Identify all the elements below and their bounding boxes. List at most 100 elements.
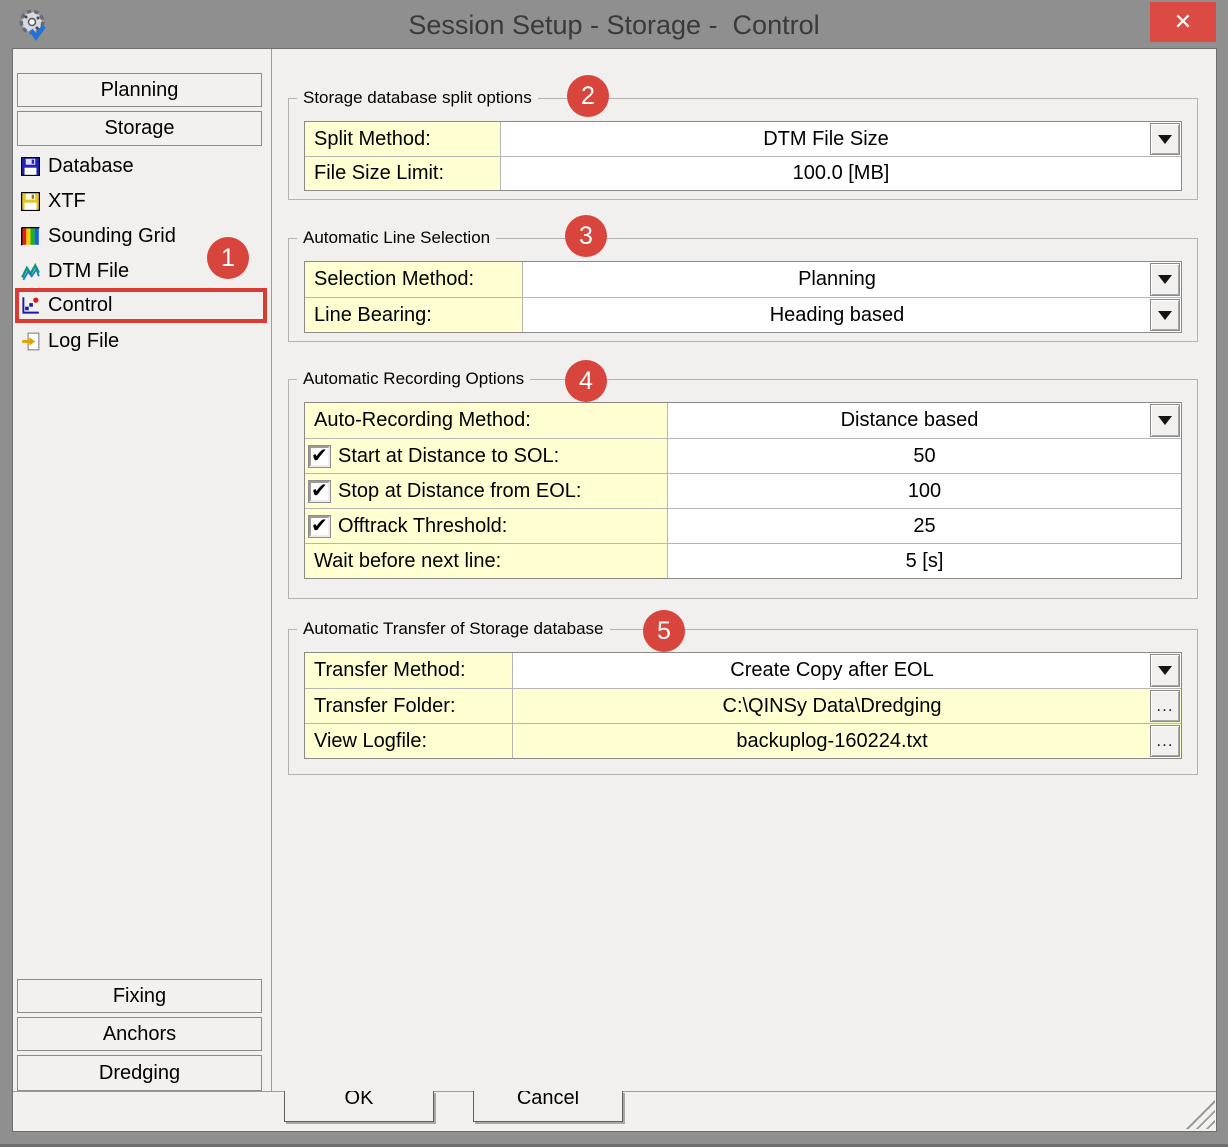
selection-method-value[interactable]: Planning (523, 262, 1181, 297)
field-label-text: Stop at Distance from EOL: (338, 480, 581, 503)
sidebar-item-control[interactable]: Control (19, 292, 263, 318)
dropdown-button[interactable] (1150, 404, 1180, 437)
check-icon: ✔ (311, 478, 328, 502)
value-text: Heading based (770, 304, 905, 327)
dropdown-button[interactable] (1150, 263, 1180, 296)
settings-table: Auto-Recording Method: Distance based ✔ … (304, 402, 1182, 579)
sidebar-divider (271, 49, 272, 1091)
sidebar-button-label: Storage (104, 117, 174, 140)
sidebar-item-label: Control (48, 294, 112, 317)
value-text: 5 [s] (906, 550, 944, 573)
badge-number: 2 (581, 82, 595, 111)
dropdown-button[interactable] (1150, 299, 1180, 331)
wait-before-next-line-value[interactable]: 5 [s] (668, 544, 1181, 578)
table-row: ✔ Offtrack Threshold: 25 (305, 508, 1181, 543)
ok-button[interactable]: OK (284, 1091, 434, 1122)
field-label-text: Start at Distance to SOL: (338, 445, 559, 468)
field-label: Split Method: (305, 122, 501, 156)
group-title: Automatic Transfer of Storage database (297, 619, 610, 639)
ellipsis-icon: ... (1156, 696, 1173, 716)
table-row: File Size Limit: 100.0 [MB] (305, 156, 1181, 190)
sidebar-button-fixing[interactable]: Fixing (17, 979, 262, 1013)
table-row: Transfer Folder: C:\QINSy Data\Dredging … (305, 688, 1181, 723)
start-at-sol-value[interactable]: 50 (668, 439, 1181, 473)
ok-button-label: OK (285, 1091, 433, 1115)
close-button[interactable]: ✕ (1150, 2, 1216, 42)
field-label: Line Bearing: (305, 298, 523, 332)
window-title: Session Setup - Storage - Control (0, 10, 1228, 41)
value-text: Create Copy after EOL (730, 659, 933, 682)
stop-at-eol-value[interactable]: 100 (668, 474, 1181, 508)
group-automatic-line-selection: Automatic Line Selection Selection Metho… (288, 238, 1198, 342)
table-row: Transfer Method: Create Copy after EOL (305, 653, 1181, 688)
value-text: 100 (908, 480, 941, 503)
table-row: Selection Method: Planning (305, 262, 1181, 297)
field-label: View Logfile: (305, 724, 513, 758)
browse-folder-button[interactable]: ... (1150, 690, 1180, 722)
field-label-with-checkbox: ✔ Stop at Distance from EOL: (305, 474, 668, 508)
transfer-method-value[interactable]: Create Copy after EOL (513, 653, 1181, 688)
table-row: Wait before next line: 5 [s] (305, 543, 1181, 578)
annotation-badge-3: 3 (565, 215, 607, 257)
check-icon: ✔ (311, 443, 328, 467)
floppy-yellow-icon (21, 192, 40, 211)
cancel-button[interactable]: Cancel (473, 1091, 623, 1122)
value-text: Planning (798, 268, 876, 291)
stop-at-eol-checkbox[interactable]: ✔ (309, 481, 330, 502)
sidebar-button-planning[interactable]: Planning (17, 73, 262, 107)
sidebar-item-log-file[interactable]: Log File (19, 328, 263, 354)
group-automatic-recording-options: Automatic Recording Options Auto-Recordi… (288, 379, 1198, 599)
sidebar-item-label: Log File (48, 330, 119, 353)
cancel-button-label: Cancel (474, 1091, 622, 1115)
sidebar-item-label: Database (48, 155, 134, 178)
sidebar-item-xtf[interactable]: XTF (19, 188, 263, 214)
table-row: ✔ Stop at Distance from EOL: 100 (305, 473, 1181, 508)
ellipsis-icon: ... (1156, 731, 1173, 751)
dialog-window: Session Setup - Storage - Control ✕ Plan… (0, 0, 1228, 1147)
field-label-with-checkbox: ✔ Start at Distance to SOL: (305, 439, 668, 473)
auto-recording-method-value[interactable]: Distance based (668, 403, 1181, 438)
sidebar-button-dredging[interactable]: Dredging (17, 1055, 262, 1091)
line-bearing-value[interactable]: Heading based (523, 298, 1181, 332)
dialog-content: Planning Storage Database XTF Sounding G… (12, 48, 1217, 1132)
value-text: 100.0 [MB] (793, 162, 890, 185)
sidebar-item-database[interactable]: Database (19, 153, 263, 179)
floppy-blue-icon (21, 157, 40, 176)
split-method-value[interactable]: DTM File Size (501, 122, 1181, 156)
view-logfile-value[interactable]: backuplog-160224.txt ... (513, 724, 1181, 758)
field-label: File Size Limit: (305, 157, 501, 190)
log-file-icon (21, 332, 40, 351)
badge-number: 1 (221, 244, 235, 273)
sounding-grid-icon (21, 227, 40, 246)
sidebar-button-label: Anchors (103, 1023, 176, 1046)
transfer-folder-value[interactable]: C:\QINSy Data\Dredging ... (513, 689, 1181, 723)
chevron-down-icon (1158, 275, 1172, 284)
settings-table: Transfer Method: Create Copy after EOL T… (304, 652, 1182, 759)
field-label: Auto-Recording Method: (305, 403, 668, 438)
field-label: Transfer Folder: (305, 689, 513, 723)
table-row: Line Bearing: Heading based (305, 297, 1181, 332)
sidebar-item-label: Sounding Grid (48, 225, 176, 248)
dropdown-button[interactable] (1150, 654, 1180, 687)
check-icon: ✔ (311, 513, 328, 537)
sidebar-button-storage[interactable]: Storage (17, 111, 262, 146)
control-icon (21, 296, 40, 315)
sidebar-button-anchors[interactable]: Anchors (17, 1017, 262, 1051)
browse-logfile-button[interactable]: ... (1150, 725, 1180, 757)
dropdown-button[interactable] (1150, 123, 1180, 155)
dtm-file-icon (21, 262, 40, 281)
close-icon: ✕ (1174, 9, 1192, 35)
badge-number: 4 (579, 367, 593, 396)
start-at-sol-checkbox[interactable]: ✔ (309, 446, 330, 467)
value-text: DTM File Size (763, 128, 889, 151)
group-automatic-transfer: Automatic Transfer of Storage database T… (288, 629, 1198, 775)
group-storage-split-options: Storage database split options Split Met… (288, 98, 1198, 200)
value-text: 25 (913, 515, 935, 538)
offtrack-threshold-value[interactable]: 25 (668, 509, 1181, 543)
chevron-down-icon (1158, 311, 1172, 320)
value-text: 50 (913, 445, 935, 468)
group-title: Automatic Recording Options (297, 369, 530, 389)
settings-table: Selection Method: Planning Line Bearing:… (304, 261, 1182, 333)
file-size-limit-value[interactable]: 100.0 [MB] (501, 157, 1181, 190)
offtrack-threshold-checkbox[interactable]: ✔ (309, 516, 330, 537)
